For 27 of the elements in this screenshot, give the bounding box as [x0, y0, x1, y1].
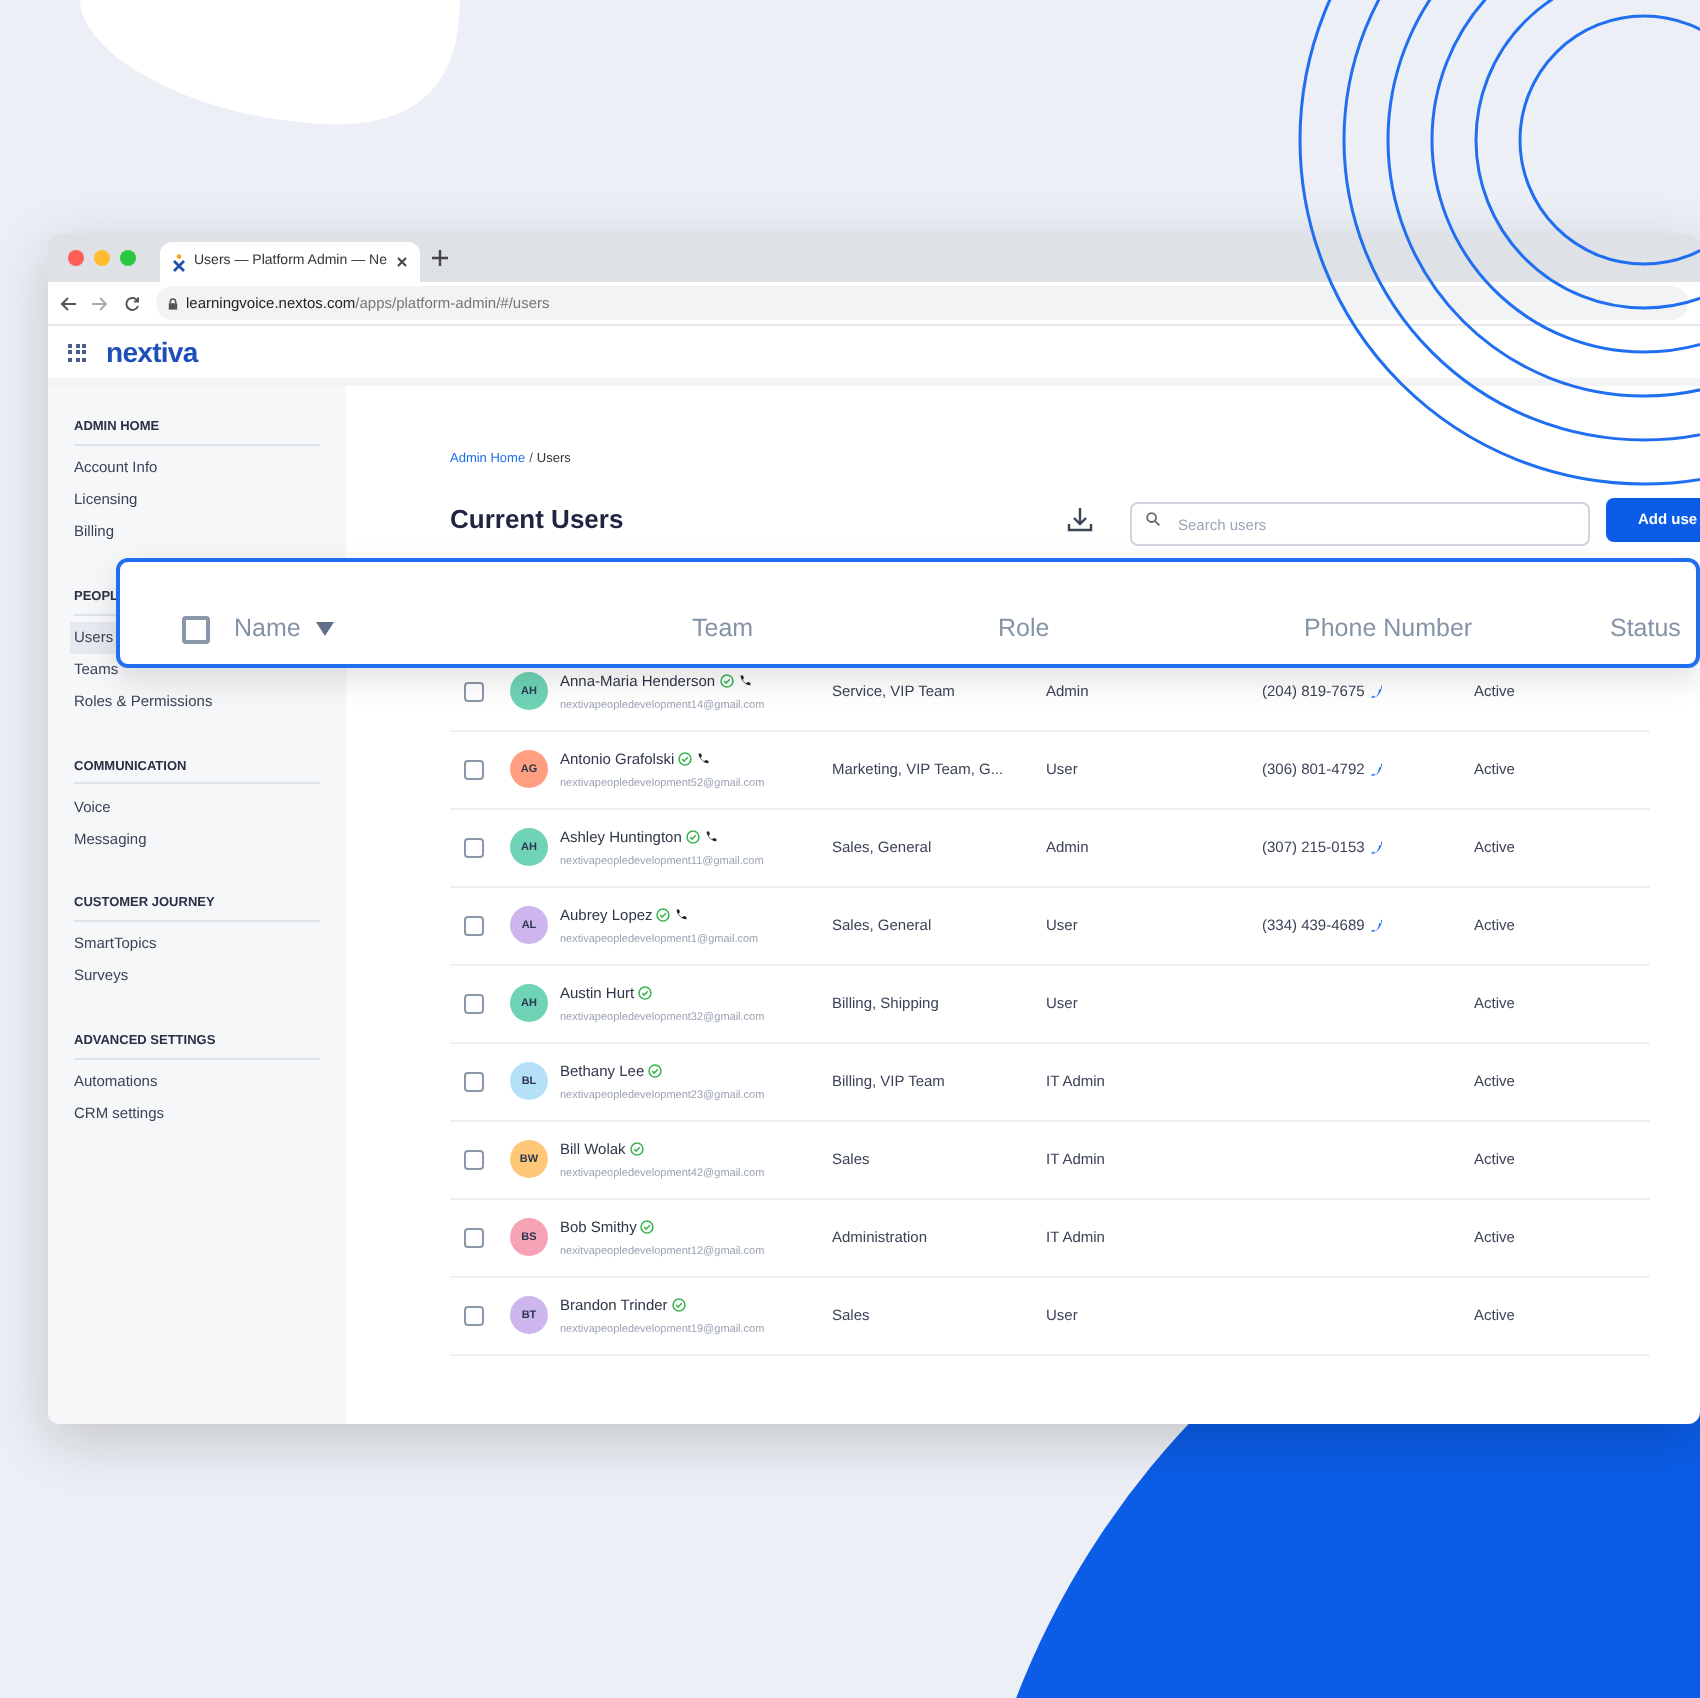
phone-icon[interactable] — [1368, 683, 1385, 700]
lock-icon — [168, 297, 178, 309]
reload-icon[interactable] — [124, 295, 140, 311]
checkbox[interactable] — [464, 837, 484, 858]
phone-icon[interactable] — [1368, 917, 1385, 934]
phone-icon[interactable] — [1368, 839, 1385, 856]
favicon-icon — [172, 253, 186, 271]
checkbox[interactable] — [464, 759, 484, 780]
logo: nextiva — [106, 333, 198, 371]
new-tab-icon[interactable] — [432, 250, 448, 266]
checkbox[interactable] — [464, 681, 484, 702]
checkbox[interactable] — [464, 1149, 484, 1170]
select-all-checkbox[interactable] — [182, 616, 210, 644]
close-icon[interactable] — [396, 256, 408, 268]
page-title: Current Users — [450, 502, 626, 538]
sort-down-icon[interactable] — [316, 622, 335, 637]
apps-grid-icon[interactable] — [68, 343, 86, 361]
checkbox[interactable] — [464, 993, 484, 1014]
checkbox[interactable] — [464, 1071, 484, 1092]
checkbox[interactable] — [464, 915, 484, 936]
phone-icon[interactable] — [1368, 761, 1385, 778]
forward-arrow-icon[interactable] — [92, 295, 108, 311]
search-icon — [1146, 512, 1160, 527]
back-arrow-icon[interactable] — [60, 295, 76, 311]
checkbox[interactable] — [464, 1227, 484, 1248]
download-icon[interactable] — [1066, 505, 1094, 534]
checkbox[interactable] — [464, 1305, 484, 1326]
